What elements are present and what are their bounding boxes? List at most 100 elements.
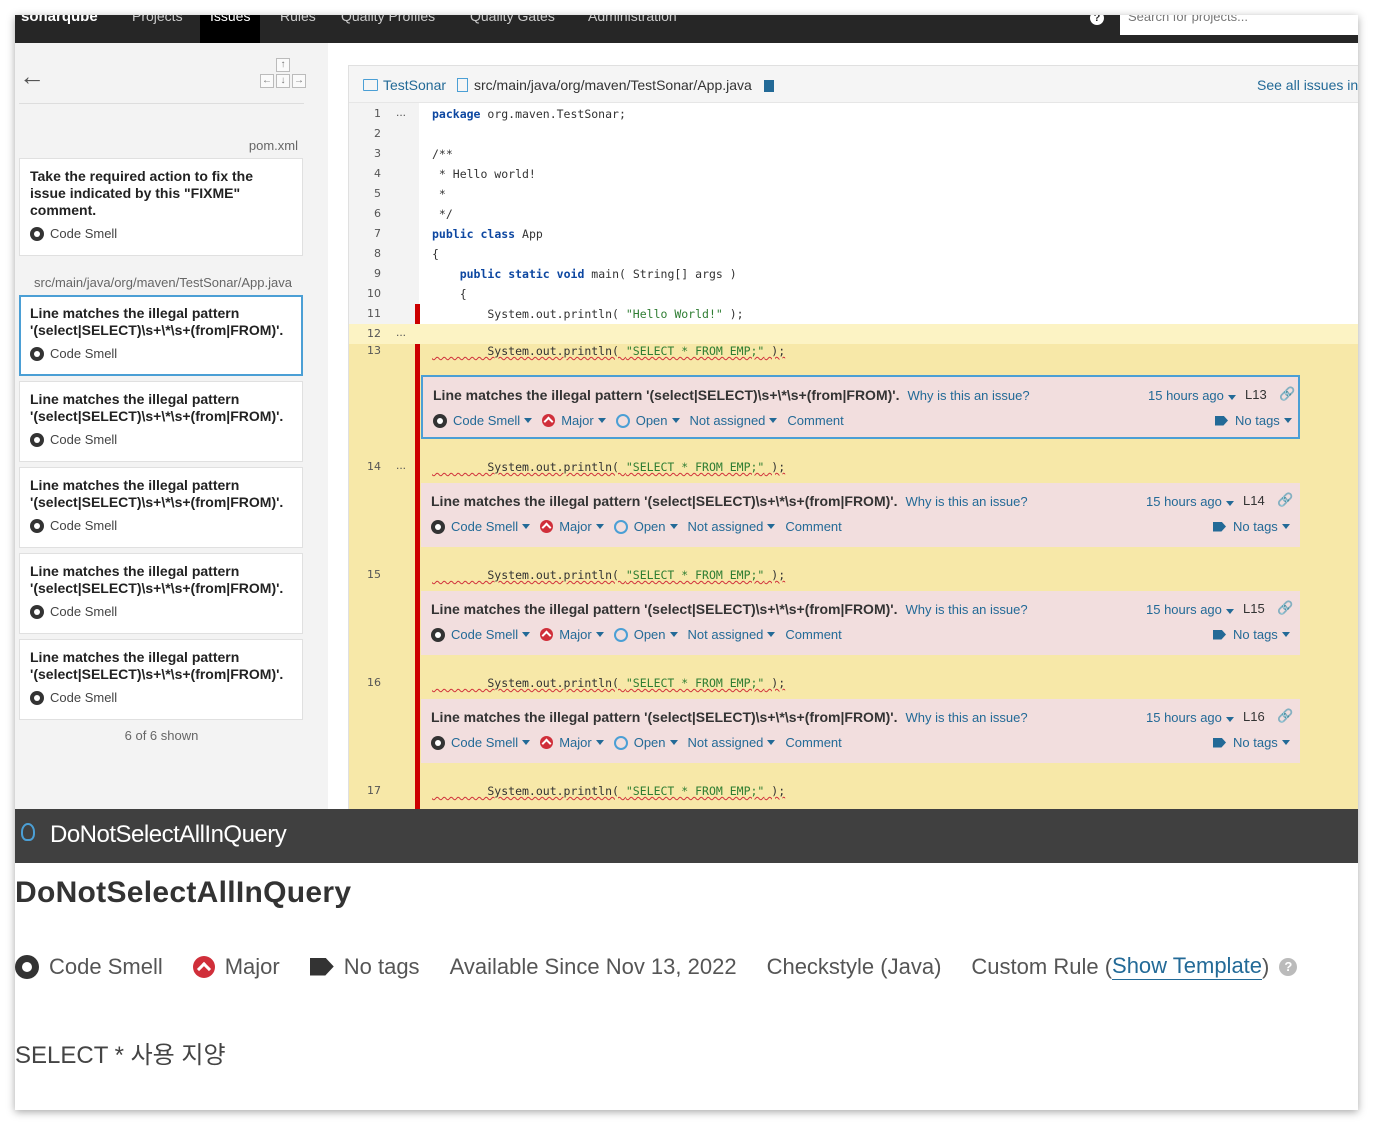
- issue-card-selected[interactable]: Line matches the illegal pattern '(selec…: [19, 295, 303, 376]
- issue-card[interactable]: Line matches the illegal pattern '(selec…: [19, 553, 303, 634]
- nav-quality-profiles[interactable]: Quality Profiles: [341, 15, 435, 24]
- issue-type-label: Code Smell: [50, 226, 118, 241]
- major-severity-icon: [540, 520, 554, 533]
- help-icon[interactable]: ?: [1090, 15, 1104, 25]
- tags-dropdown[interactable]: No tags: [1213, 735, 1290, 750]
- issue-card[interactable]: Line matches the illegal pattern '(selec…: [19, 639, 303, 720]
- line-number[interactable]: 15: [349, 568, 381, 581]
- type-dropdown[interactable]: Code Smell: [433, 413, 533, 428]
- why-link[interactable]: Why is this an issue?: [905, 494, 1027, 509]
- rule-header-bar: DoNotSelectAllInQuery: [15, 809, 1358, 863]
- line-number[interactable]: 16: [349, 676, 381, 689]
- project-search-input[interactable]: Search for projects...: [1120, 15, 1358, 35]
- severity-dropdown[interactable]: Major: [542, 413, 606, 428]
- line-number[interactable]: 9: [349, 267, 381, 280]
- line-number[interactable]: 13: [349, 344, 381, 357]
- status-dropdown[interactable]: Open: [615, 413, 680, 428]
- status-label: Open: [633, 735, 666, 750]
- comment-link[interactable]: Comment: [785, 735, 841, 750]
- copy-path-icon[interactable]: [763, 80, 774, 92]
- type-dropdown[interactable]: Code Smell: [431, 627, 531, 642]
- assignee-dropdown[interactable]: Not assigned: [688, 519, 776, 534]
- nav-issues[interactable]: Issues: [200, 15, 261, 43]
- line-number[interactable]: 17: [349, 784, 381, 797]
- type-dropdown[interactable]: Code Smell: [431, 735, 531, 750]
- issue-card[interactable]: Line matches the illegal pattern '(selec…: [19, 381, 303, 462]
- type-dropdown[interactable]: Code Smell: [431, 519, 531, 534]
- issue-box[interactable]: Line matches the illegal pattern '(selec…: [421, 591, 1300, 655]
- issue-date[interactable]: 15 hours ago: [1146, 710, 1234, 725]
- see-all-issues-link[interactable]: See all issues in: [1257, 77, 1358, 93]
- line-number[interactable]: 3: [349, 147, 381, 160]
- issue-card[interactable]: Line matches the illegal pattern '(selec…: [19, 467, 303, 548]
- nav-rules[interactable]: Rules: [280, 15, 316, 24]
- assignee-dropdown[interactable]: Not assigned: [690, 413, 778, 428]
- severity-dropdown[interactable]: Major: [540, 735, 604, 750]
- line-number[interactable]: 10: [349, 287, 381, 300]
- permalink-icon[interactable]: 🔗: [1277, 708, 1293, 724]
- status-dropdown[interactable]: Open: [613, 519, 678, 534]
- chevron-down-icon: [595, 524, 604, 529]
- project-link[interactable]: TestSonar: [363, 77, 446, 93]
- line-number[interactable]: 8: [349, 247, 381, 260]
- assignee-dropdown[interactable]: Not assigned: [688, 627, 776, 642]
- permalink-icon[interactable]: 🔗: [1277, 492, 1293, 508]
- severity-dropdown[interactable]: Major: [540, 519, 604, 534]
- line-number[interactable]: 4: [349, 167, 381, 180]
- why-link[interactable]: Why is this an issue?: [905, 602, 1027, 617]
- comment-link[interactable]: Comment: [787, 413, 843, 428]
- arrow-up-key-icon: ↑: [276, 58, 290, 72]
- code-text: System.out.println( "SELECT * FROM EMP;"…: [432, 784, 785, 798]
- code-line: 17 System.out.println( "SELECT * FROM EM…: [349, 776, 1358, 810]
- sonarqube-logo[interactable]: sonarqube: [21, 15, 98, 25]
- why-link[interactable]: Why is this an issue?: [905, 710, 1027, 725]
- line-number[interactable]: 6: [349, 207, 381, 220]
- nav-administration[interactable]: Administration: [588, 15, 677, 24]
- issue-date[interactable]: 15 hours ago: [1148, 388, 1236, 403]
- issue-box-selected[interactable]: Line matches the illegal pattern '(selec…: [421, 375, 1300, 439]
- severity-dropdown[interactable]: Major: [540, 627, 604, 642]
- severity-label: Major: [559, 627, 592, 642]
- project-name: TestSonar: [383, 77, 447, 93]
- code-text: {: [432, 247, 439, 261]
- help-icon[interactable]: ?: [1279, 957, 1298, 976]
- permalink-icon[interactable]: 🔗: [1279, 386, 1295, 402]
- permalink-icon[interactable]: 🔗: [1277, 600, 1293, 616]
- issue-card[interactable]: Take the required action to fix the issu…: [19, 158, 303, 256]
- issue-date[interactable]: 15 hours ago: [1146, 602, 1234, 617]
- line-number[interactable]: 7: [349, 227, 381, 240]
- code-text: System.out.println( "SELECT * FROM EMP;"…: [432, 568, 785, 582]
- assignee-dropdown[interactable]: Not assigned: [688, 735, 776, 750]
- status-dropdown[interactable]: Open: [613, 735, 678, 750]
- scm-dots[interactable]: ...: [396, 105, 406, 119]
- why-link[interactable]: Why is this an issue?: [907, 388, 1029, 403]
- issue-date[interactable]: 15 hours ago: [1146, 494, 1234, 509]
- tag-icon: [1215, 415, 1228, 426]
- tags-dropdown[interactable]: No tags: [1215, 413, 1292, 428]
- back-arrow-icon[interactable]: ←: [19, 61, 45, 92]
- comment-link[interactable]: Comment: [785, 519, 841, 534]
- line-number[interactable]: 12: [349, 327, 381, 340]
- issue-line-number: L16: [1243, 709, 1265, 724]
- line-number[interactable]: 1: [349, 107, 381, 120]
- nav-quality-gates[interactable]: Quality Gates: [470, 15, 555, 24]
- scm-dots[interactable]: ...: [396, 458, 406, 472]
- line-number[interactable]: 2: [349, 127, 381, 140]
- nav-projects[interactable]: Projects: [132, 15, 183, 24]
- tags-dropdown[interactable]: No tags: [1213, 519, 1290, 534]
- code-token: main( String[] args ): [584, 267, 737, 281]
- issue-box[interactable]: Line matches the illegal pattern '(selec…: [421, 699, 1300, 763]
- line-number[interactable]: 5: [349, 187, 381, 200]
- rule-repository: Checkstyle (Java): [766, 953, 942, 979]
- comment-link[interactable]: Comment: [785, 627, 841, 642]
- line-number[interactable]: 11: [349, 307, 381, 320]
- show-template-link[interactable]: Show Template: [1112, 953, 1263, 980]
- issue-message-text: Line matches the illegal pattern '(selec…: [431, 709, 898, 725]
- issue-box[interactable]: Line matches the illegal pattern '(selec…: [421, 483, 1300, 547]
- file-heading-pom: pom.xml: [248, 138, 298, 153]
- code-smell-icon: [431, 627, 445, 642]
- scm-dots[interactable]: ...: [396, 325, 406, 339]
- tags-dropdown[interactable]: No tags: [1213, 627, 1290, 642]
- status-dropdown[interactable]: Open: [613, 627, 678, 642]
- line-number[interactable]: 14: [349, 460, 381, 473]
